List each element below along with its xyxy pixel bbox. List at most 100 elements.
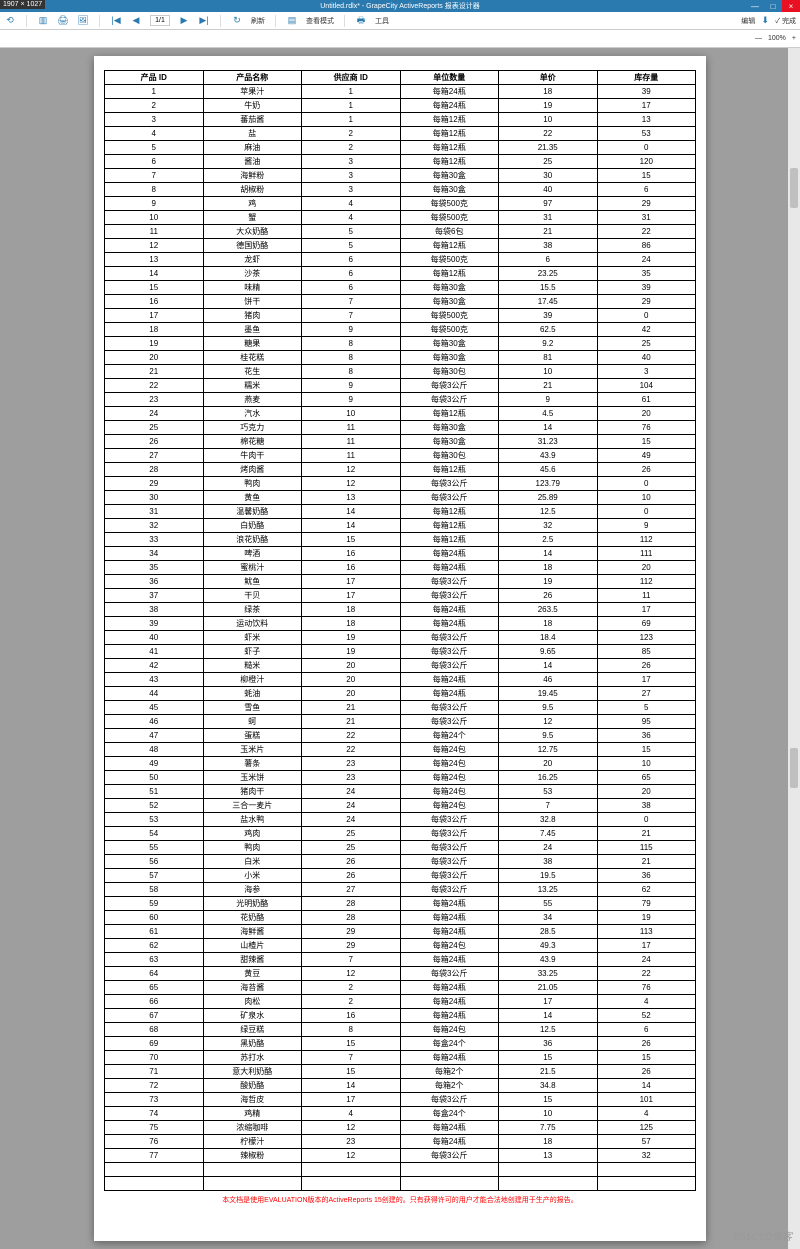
download-icon[interactable]: ⬇ — [759, 15, 771, 27]
table-cell: 每箱30包 — [400, 365, 499, 379]
table-row: 26棉花糖11每箱30盒31.2315 — [105, 435, 696, 449]
table-cell: 37 — [105, 589, 204, 603]
table-cell: 42 — [105, 659, 204, 673]
export-icon[interactable]: 🖶 — [355, 15, 367, 27]
table-cell: 25 — [105, 421, 204, 435]
table-row: 69黑奶酪15每盒24个3626 — [105, 1037, 696, 1051]
last-page-icon[interactable]: ▶| — [198, 15, 210, 27]
print-icon[interactable]: 🖨 — [57, 15, 69, 27]
table-cell: 60 — [105, 911, 204, 925]
table-cell: 蟹 — [203, 211, 302, 225]
table-cell: 12 — [302, 463, 401, 477]
table-cell: 28 — [105, 463, 204, 477]
table-cell: 每箱24瓶 — [400, 953, 499, 967]
table-row: 20桂花糕8每箱30盒8140 — [105, 351, 696, 365]
table-cell: 每袋500克 — [400, 211, 499, 225]
table-cell: 每袋500克 — [400, 253, 499, 267]
zoom-plus[interactable]: + — [792, 35, 796, 42]
minimize-button[interactable]: — — [746, 0, 764, 12]
table-cell: 每袋3公斤 — [400, 701, 499, 715]
table-cell: 每箱30盒 — [400, 295, 499, 309]
table-cell: 26 — [597, 1037, 696, 1051]
table-cell: 13 — [597, 113, 696, 127]
vertical-scrollbar[interactable] — [788, 48, 800, 1249]
prev-page-icon[interactable]: ◀ — [130, 15, 142, 27]
table-cell: 12.5 — [499, 505, 598, 519]
table-cell: 32 — [597, 1149, 696, 1163]
table-cell: 41 — [105, 645, 204, 659]
table-cell: 42 — [597, 323, 696, 337]
table-cell: 112 — [597, 533, 696, 547]
table-cell: 6 — [597, 183, 696, 197]
table-cell: 每箱24瓶 — [400, 897, 499, 911]
zoom-minus[interactable]: — — [755, 35, 762, 42]
table-cell: 绿茶 — [203, 603, 302, 617]
table-cell: 8 — [302, 1023, 401, 1037]
table-cell: 8 — [302, 337, 401, 351]
next-page-icon[interactable]: ▶ — [178, 15, 190, 27]
table-cell: 每箱24包 — [400, 785, 499, 799]
gallery-icon[interactable]: 🖼 — [77, 15, 89, 27]
maximize-button[interactable]: □ — [764, 0, 782, 12]
table-cell: 7 — [302, 1051, 401, 1065]
table-cell: 15 — [499, 1051, 598, 1065]
table-cell: 26 — [499, 589, 598, 603]
zoom-level[interactable]: 100% — [768, 35, 786, 42]
refresh-label[interactable]: 刷新 — [251, 16, 265, 26]
table-cell: 干贝 — [203, 589, 302, 603]
viewmode-icon[interactable]: ▤ — [286, 15, 298, 27]
column-header: 产品 ID — [105, 71, 204, 85]
table-row: 61海鲜酱29每箱24瓶28.5113 — [105, 925, 696, 939]
table-cell: 4 — [597, 1107, 696, 1121]
table-cell: 每袋3公斤 — [400, 477, 499, 491]
first-page-icon[interactable]: |◀ — [110, 15, 122, 27]
table-cell: 酸奶酪 — [203, 1079, 302, 1093]
table-row: 38绿茶18每箱24瓶263.517 — [105, 603, 696, 617]
table-cell: 23 — [105, 393, 204, 407]
table-cell: 6 — [302, 281, 401, 295]
table-cell: 19 — [499, 99, 598, 113]
table-cell: 31 — [105, 505, 204, 519]
table-cell: 25 — [302, 841, 401, 855]
tools-label[interactable]: 工具 — [375, 16, 389, 26]
table-row: 42糙米20每袋3公斤1426 — [105, 659, 696, 673]
table-cell: 10 — [302, 407, 401, 421]
table-row: 62山楂片29每箱24包49.317 — [105, 939, 696, 953]
table-cell — [105, 1163, 204, 1177]
table-cell: 6 — [105, 155, 204, 169]
table-cell: 鸭肉 — [203, 477, 302, 491]
table-cell: 23 — [302, 757, 401, 771]
close-button[interactable]: × — [782, 0, 800, 12]
table-cell: 63 — [105, 953, 204, 967]
table-cell: 蜜桃汁 — [203, 561, 302, 575]
table-cell: 30 — [105, 491, 204, 505]
table-cell: 69 — [105, 1037, 204, 1051]
table-cell: 15 — [597, 743, 696, 757]
table-cell: 29 — [105, 477, 204, 491]
table-cell: 27 — [597, 687, 696, 701]
column-header: 单位数量 — [400, 71, 499, 85]
table-cell: 19.45 — [499, 687, 598, 701]
table-cell: 巧克力 — [203, 421, 302, 435]
table-cell: 26 — [105, 435, 204, 449]
back-icon[interactable]: ⟲ — [4, 15, 16, 27]
table-cell: 61 — [105, 925, 204, 939]
table-row: 71意大利奶酪15每箱2个21.526 — [105, 1065, 696, 1079]
table-cell: 虾子 — [203, 645, 302, 659]
viewmode-label[interactable]: 查看模式 — [306, 16, 334, 26]
table-cell: 小米 — [203, 869, 302, 883]
table-cell: 21.05 — [499, 981, 598, 995]
refresh-icon[interactable]: ↻ — [231, 15, 243, 27]
table-cell: 1 — [105, 85, 204, 99]
table-cell: 盐 — [203, 127, 302, 141]
edit-button[interactable]: 编辑 — [741, 16, 755, 26]
table-cell: 19 — [302, 645, 401, 659]
table-cell: 大众奶酪 — [203, 225, 302, 239]
table-cell: 14 — [499, 659, 598, 673]
done-button[interactable]: ✓ 完成 — [775, 16, 796, 26]
table-row: 29鸭肉12每袋3公斤123.790 — [105, 477, 696, 491]
table-cell: 每箱30盒 — [400, 281, 499, 295]
sidebar-toggle-icon[interactable]: ▥ — [37, 15, 49, 27]
page-input[interactable] — [150, 15, 170, 26]
table-cell: 棉花糖 — [203, 435, 302, 449]
